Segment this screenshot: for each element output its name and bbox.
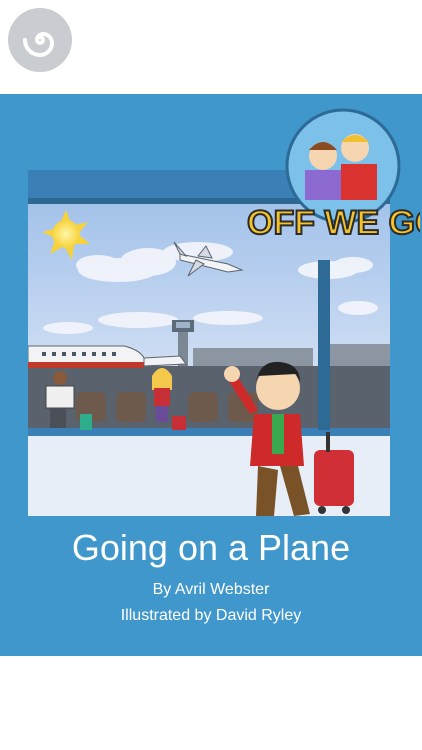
spiral-logo-icon: [23, 31, 55, 58]
book-author: By Avril Webster: [152, 581, 270, 598]
book-title: Going on a Plane: [71, 527, 351, 568]
top-bar: [0, 0, 422, 94]
book-illustrator: Illustrated by David Ryley: [120, 607, 302, 624]
bottom-area: [0, 656, 422, 750]
app-logo-button[interactable]: [8, 8, 72, 72]
series-badge-text: OFF WE GO!: [247, 204, 420, 242]
book-cover[interactable]: OFF WE GO! Going on a Plane By Avril Web…: [0, 94, 422, 656]
off-we-go-badge: OFF WE GO!: [246, 108, 420, 243]
